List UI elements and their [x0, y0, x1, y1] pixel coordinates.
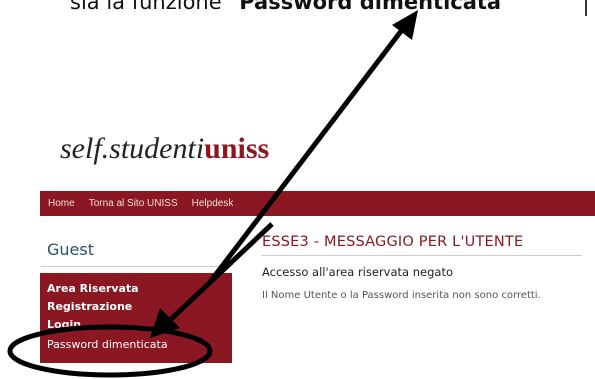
- nav-back-to-site[interactable]: Torna al Sito UNISS: [89, 198, 178, 209]
- top-navbar: Home Torna al Sito UNISS Helpdesk: [40, 191, 595, 216]
- caption-highlight: Password dimenticata: [239, 0, 502, 14]
- logo-text: self.studenti: [60, 132, 205, 165]
- nav-helpdesk[interactable]: Helpdesk: [192, 198, 234, 209]
- sidebar-item-login[interactable]: Login: [47, 318, 81, 331]
- instruction-caption: sia la funzione “Password dimenticata”: [70, 0, 512, 14]
- nav-home[interactable]: Home: [48, 198, 75, 209]
- caption-divider: [585, 0, 587, 16]
- caption-suffix: ”: [501, 0, 512, 14]
- sidebar-divider: [41, 266, 231, 267]
- sidebar-item-registrazione[interactable]: Registrazione: [47, 300, 132, 313]
- site-logo[interactable]: self.studentiuniss: [60, 132, 269, 166]
- message-subtitle: Accesso all'area riservata negato: [262, 265, 453, 279]
- sidebar-item-area-riservata[interactable]: Area Riservata: [47, 282, 139, 295]
- message-body: Il Nome Utente o la Password inserita no…: [262, 290, 541, 301]
- sidebar-title: Guest: [47, 240, 94, 259]
- sidebar-item-password-dimenticata[interactable]: Password dimenticata: [47, 338, 168, 351]
- logo-brand: uniss: [204, 132, 270, 165]
- caption-prefix: sia la funzione “: [70, 0, 240, 14]
- arrow-head-top: [392, 10, 418, 40]
- message-divider: [262, 255, 582, 256]
- message-title: ESSE3 - MESSAGGIO PER L'UTENTE: [262, 234, 524, 250]
